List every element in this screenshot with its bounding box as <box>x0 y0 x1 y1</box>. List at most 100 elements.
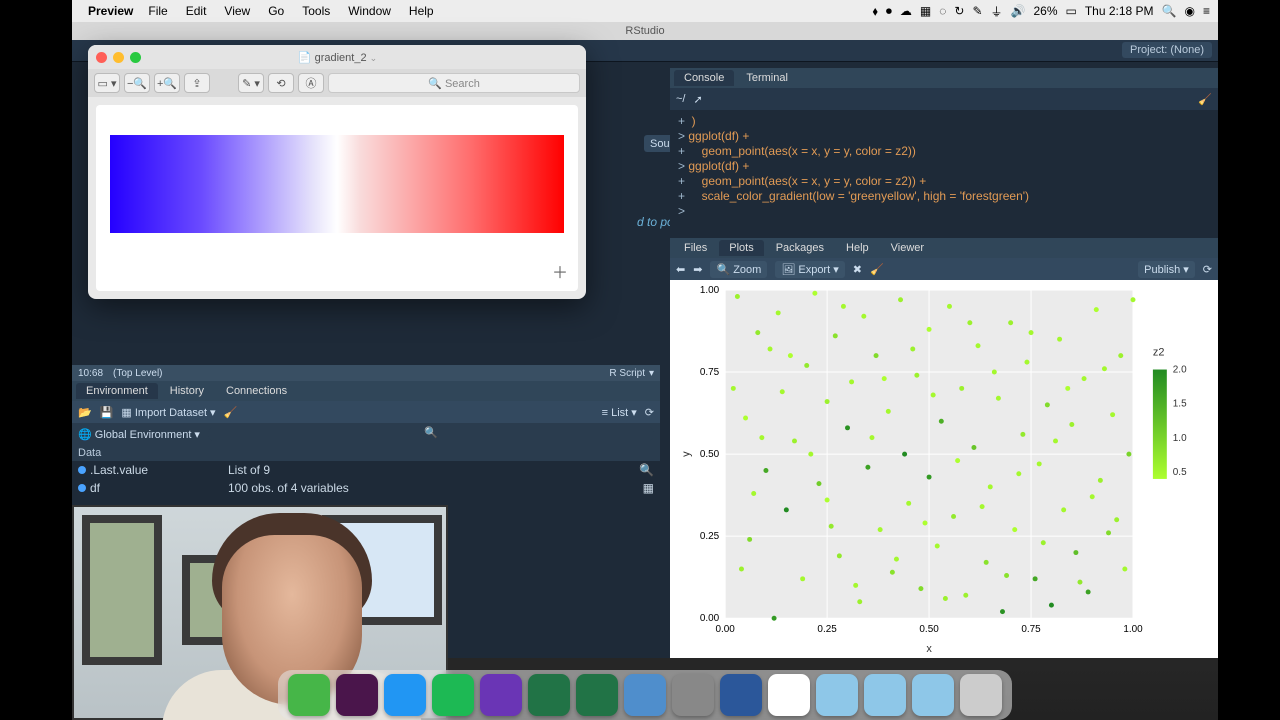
preview-search-input[interactable]: 🔍 Search <box>328 73 580 93</box>
env-view-mode[interactable]: ≡ List ▾ <box>602 406 637 419</box>
svg-text:y: y <box>680 451 692 457</box>
menu-tools[interactable]: Tools <box>293 4 339 18</box>
console-output[interactable]: + )> ggplot(df) ++ geom_point(aes(x = x,… <box>670 110 1218 238</box>
dropbox-icon[interactable]: ⬧ <box>872 4 877 19</box>
spotlight-icon[interactable]: 🔍 <box>1162 4 1177 18</box>
refresh-icon[interactable]: ⟳ <box>645 406 654 419</box>
zoom-in-button[interactable]: +🔍 <box>154 73 180 93</box>
env-row-df[interactable]: df 100 obs. of 4 variables ▦ <box>72 479 660 497</box>
dock-app-8[interactable] <box>672 674 714 716</box>
menu-file[interactable]: File <box>139 4 176 18</box>
tab-console[interactable]: Console <box>674 70 734 86</box>
tab-history[interactable]: History <box>160 383 214 399</box>
plots-toolbar: ⬅ ➡ 🔍 Zoom 🖼 Export ▾ ✖ 🧹 Publish ▾ ⟳ <box>670 258 1218 280</box>
wifi-icon[interactable]: ⏚ <box>991 3 1003 20</box>
grid-icon[interactable]: ▦ <box>643 481 654 495</box>
menu-view[interactable]: View <box>215 4 259 18</box>
project-menu[interactable]: Project: (None) <box>1122 42 1212 58</box>
share-button[interactable]: ⇪ <box>184 73 210 93</box>
preview-window[interactable]: 📄 gradient_2 ⌄ ▭ ▾ −🔍 +🔍 ⇪ ✎ ▾ ⟲ Ⓐ 🔍 Sea… <box>88 45 586 299</box>
inspect-icon[interactable]: 🔍 <box>639 463 654 477</box>
menu-go[interactable]: Go <box>259 4 293 18</box>
rotate-button[interactable]: ⟲ <box>268 73 294 93</box>
evernote-icon[interactable]: ✎ <box>972 4 982 18</box>
clear-console-icon[interactable]: 🧹 <box>1198 93 1212 106</box>
cloud-icon[interactable]: ☁ <box>900 4 912 18</box>
tab-plots[interactable]: Plots <box>719 240 763 256</box>
source-statusbar: 10:68 (Top Level) R Script ▾ <box>72 365 660 381</box>
goto-dir-icon[interactable]: ➚ <box>693 93 702 106</box>
siri-icon[interactable]: ◉ <box>1185 4 1195 18</box>
import-dataset-button[interactable]: ▦ Import Dataset ▾ <box>121 406 215 419</box>
svg-text:x: x <box>926 643 932 655</box>
sync-icon[interactable]: ◌ <box>939 4 946 18</box>
remove-plot-icon[interactable]: ✖ <box>853 263 862 276</box>
screencast-icon[interactable]: ⏺ <box>886 4 892 19</box>
tab-terminal[interactable]: Terminal <box>736 70 798 86</box>
preview-image: ＋ <box>96 105 578 291</box>
battery-percent[interactable]: 26% <box>1033 4 1057 18</box>
gradient-image <box>110 135 564 233</box>
tab-files[interactable]: Files <box>674 240 717 256</box>
publish-button[interactable]: Publish ▾ <box>1138 261 1195 278</box>
plots-tabs: Files Plots Packages Help Viewer <box>670 238 1218 258</box>
env-row-lastvalue[interactable]: .Last.value List of 9 🔍 <box>72 461 660 479</box>
minimize-icon[interactable] <box>113 52 124 63</box>
menu-extra-icon[interactable]: ▦ <box>920 4 931 18</box>
export-button[interactable]: 🖼 Export ▾ <box>775 261 844 278</box>
env-search-input[interactable]: 🔍 <box>208 426 654 442</box>
clear-plots-icon[interactable]: 🧹 <box>870 263 884 276</box>
dock-app-10[interactable] <box>768 674 810 716</box>
zoom-out-button[interactable]: −🔍 <box>124 73 150 93</box>
add-page-icon[interactable]: ＋ <box>552 259 568 283</box>
broom-icon[interactable]: 🧹 <box>224 406 238 419</box>
dock-app-4[interactable] <box>480 674 522 716</box>
dock-app-9[interactable] <box>720 674 762 716</box>
tab-packages[interactable]: Packages <box>766 240 834 256</box>
dock-app-3[interactable] <box>432 674 474 716</box>
menu-edit[interactable]: Edit <box>177 4 216 18</box>
view-mode-button[interactable]: ▭ ▾ <box>94 73 120 93</box>
tab-connections[interactable]: Connections <box>216 383 297 399</box>
load-icon[interactable]: 📂 <box>78 406 92 419</box>
timemachine-icon[interactable]: ↻ <box>954 4 964 18</box>
svg-text:1.00: 1.00 <box>700 285 720 296</box>
dock-app-12[interactable] <box>864 674 906 716</box>
plot-next-icon[interactable]: ➡ <box>693 263 702 276</box>
dock-app-1[interactable] <box>336 674 378 716</box>
markup-button[interactable]: Ⓐ <box>298 73 324 93</box>
volume-icon[interactable]: 🔊 <box>1011 4 1026 18</box>
refresh-plot-icon[interactable]: ⟳ <box>1203 263 1212 276</box>
dock-app-14[interactable] <box>960 674 1002 716</box>
tab-help[interactable]: Help <box>836 240 879 256</box>
dock-app-13[interactable] <box>912 674 954 716</box>
tab-viewer[interactable]: Viewer <box>881 240 934 256</box>
highlight-button[interactable]: ✎ ▾ <box>238 73 264 93</box>
dock-app-2[interactable] <box>384 674 426 716</box>
battery-icon[interactable]: ▭ <box>1066 4 1077 18</box>
zoom-button[interactable]: 🔍 Zoom <box>710 261 767 278</box>
notifications-icon[interactable]: ≡ <box>1203 4 1210 18</box>
preview-titlebar[interactable]: 📄 gradient_2 ⌄ <box>88 45 586 69</box>
dock-app-11[interactable] <box>816 674 858 716</box>
dock-app-7[interactable] <box>624 674 666 716</box>
app-name[interactable]: Preview <box>88 4 133 18</box>
cursor-position: 10:68 <box>78 368 103 379</box>
clock[interactable]: Thu 2:18 PM <box>1085 4 1154 18</box>
dock-app-6[interactable] <box>576 674 618 716</box>
dock-app-5[interactable] <box>528 674 570 716</box>
plot-prev-icon[interactable]: ⬅ <box>676 263 685 276</box>
menu-window[interactable]: Window <box>339 4 400 18</box>
close-icon[interactable] <box>96 52 107 63</box>
dock-app-0[interactable] <box>288 674 330 716</box>
dock[interactable] <box>72 658 1218 720</box>
fullscreen-icon[interactable] <box>130 52 141 63</box>
mac-menubar[interactable]: Preview File Edit View Go Tools Window H… <box>72 0 1218 22</box>
tab-environment[interactable]: Environment <box>76 383 158 399</box>
svg-text:z2: z2 <box>1153 347 1165 359</box>
save-icon[interactable]: 💾 <box>100 406 114 419</box>
filetype-dropdown-icon[interactable]: ▾ <box>649 368 654 379</box>
svg-text:1.5: 1.5 <box>1173 399 1187 410</box>
scope-selector[interactable]: 🌐 Global Environment ▾ <box>78 428 200 441</box>
menu-help[interactable]: Help <box>400 4 443 18</box>
